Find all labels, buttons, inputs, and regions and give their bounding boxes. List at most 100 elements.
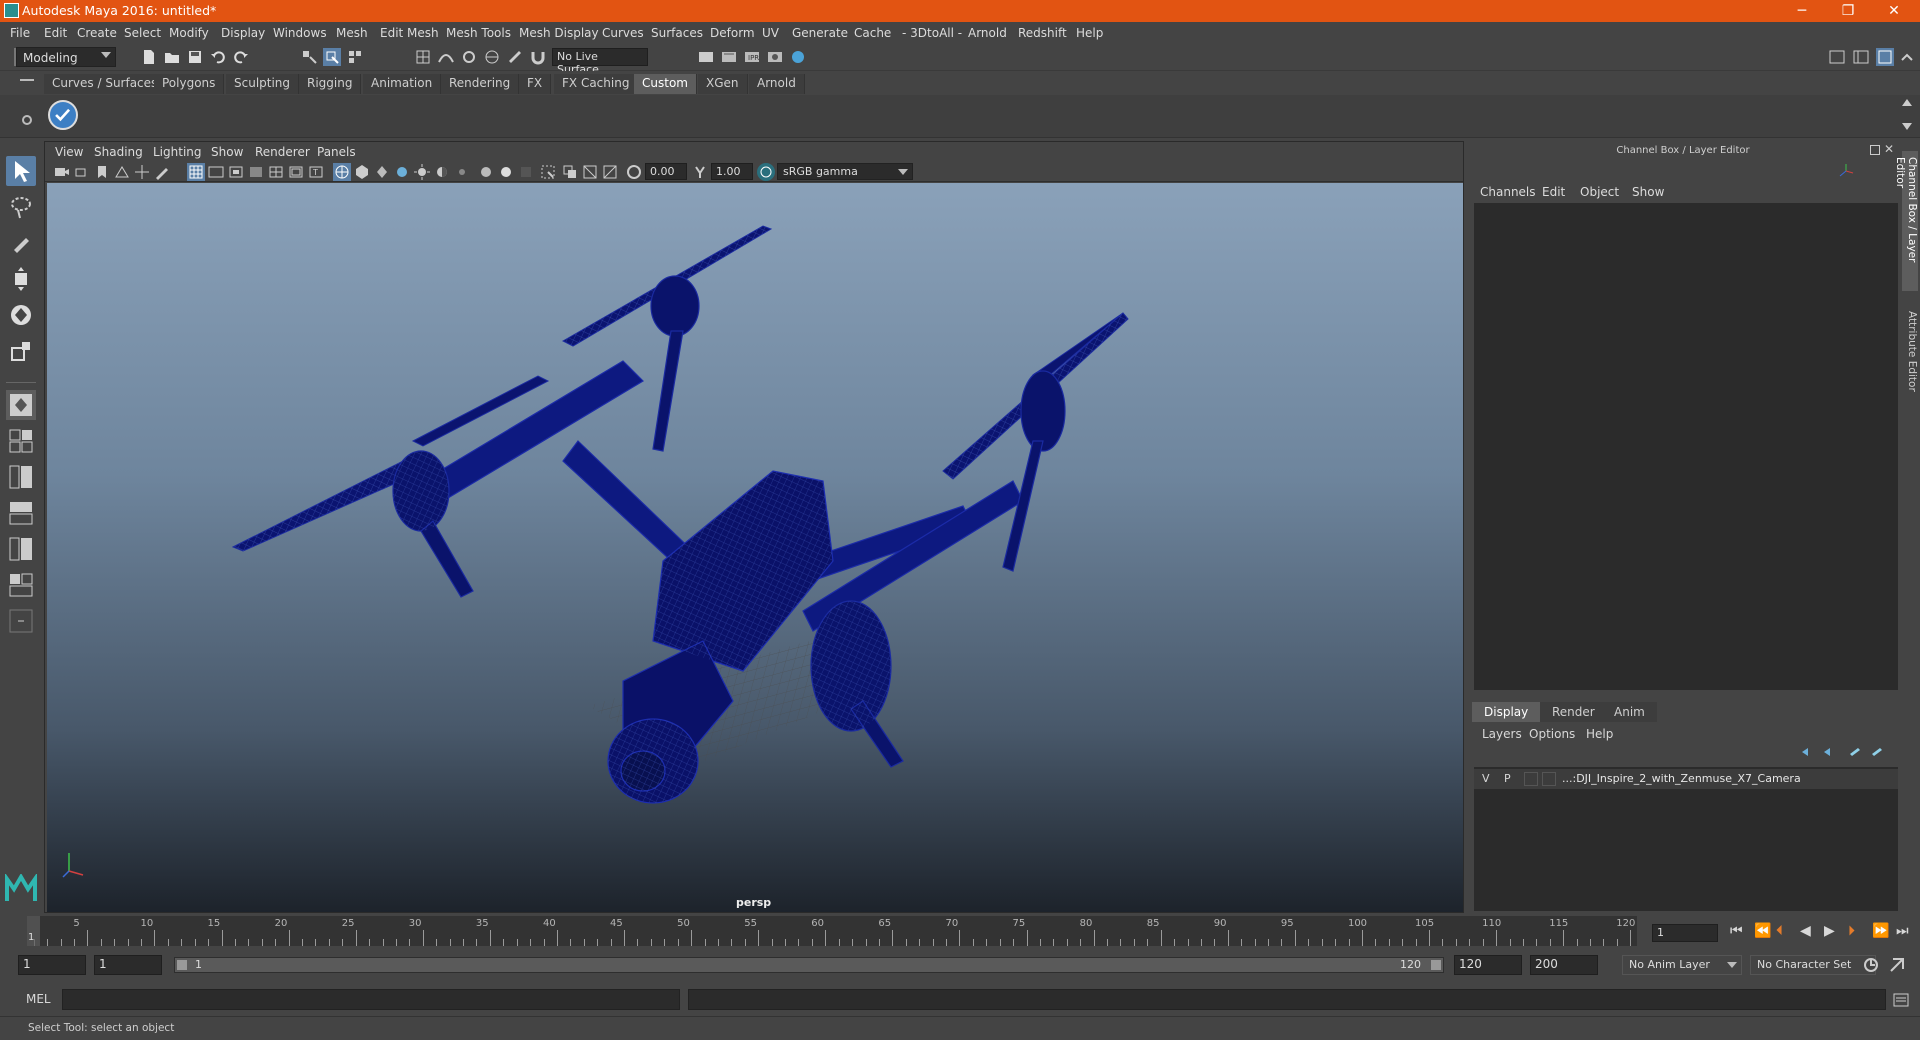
tab-display[interactable]: Display [1472,702,1541,722]
tab-xgen[interactable]: XGen [698,74,748,94]
four-view-layout-icon[interactable] [6,426,36,456]
attribute-editor-toggle-icon[interactable] [1898,48,1916,66]
menu-modify[interactable]: Modify [169,26,209,40]
use-all-lights-icon[interactable] [413,163,431,181]
step-forward-key-icon[interactable]: ⏵ [1848,923,1855,939]
tab-render[interactable]: Render [1540,702,1607,722]
select-camera-icon[interactable] [53,163,71,181]
safe-action-icon[interactable] [287,163,305,181]
layer-menu-help[interactable]: Help [1586,727,1613,741]
menu-curves[interactable]: Curves [602,26,644,40]
paint-select-tool-icon[interactable] [6,228,36,258]
float-panel-icon[interactable] [1870,145,1880,155]
layer-playback-toggle[interactable]: P [1504,772,1511,785]
image-plane-icon[interactable] [113,163,131,181]
go-to-start-icon[interactable]: ⏮ [1730,923,1743,939]
shelf-scroll-down-icon[interactable] [1902,123,1912,130]
menu-uv[interactable]: UV [762,26,779,40]
menu-help[interactable]: Help [1076,26,1103,40]
play-backwards-icon[interactable]: ◀ [1800,923,1811,939]
step-back-key-icon[interactable]: ⏴ [1776,923,1783,939]
wireframe-on-shaded-icon[interactable] [373,163,391,181]
tab-rendering[interactable]: Rendering [441,74,520,94]
resolution-gate-icon[interactable] [227,163,245,181]
layer-visibility-toggle[interactable]: V [1482,772,1490,785]
smooth-shade-icon[interactable] [353,163,371,181]
range-start-handle[interactable] [177,960,187,970]
viewport-menu-shading[interactable]: Shading [94,145,143,159]
select-tool-icon[interactable] [6,156,36,186]
2d-pan-zoom-icon[interactable] [133,163,151,181]
layer-name[interactable]: ...:DJI_Inspire_2_with_Zenmuse_X7_Camera [1562,772,1801,785]
tab-rigging[interactable]: Rigging [299,74,362,94]
character-set-dropdown[interactable]: No Character Set [1750,955,1876,975]
grid-toggle-icon[interactable] [187,163,205,181]
menu-file[interactable]: File [10,26,30,40]
tab-anim[interactable]: Anim [1602,702,1657,722]
workspace-icon[interactable] [1828,48,1846,66]
ipr-render-icon[interactable]: IPR [743,48,761,66]
x-ray-icon[interactable] [561,163,579,181]
menu-mesh-display[interactable]: Mesh Display [519,26,599,40]
channel-menu-edit[interactable]: Edit [1542,185,1565,199]
exposure-field[interactable]: 0.00 [645,163,687,180]
playback-start-field[interactable]: 1 [94,955,162,975]
snap-to-point-icon[interactable] [460,48,478,66]
menu-create[interactable]: Create [77,26,117,40]
restore-button[interactable]: ❐ [1826,1,1870,21]
command-language-label[interactable]: MEL [26,992,51,1006]
more-layouts-icon[interactable] [6,606,36,636]
move-layer-down-icon[interactable] [1822,746,1836,758]
motion-blur-icon[interactable] [477,163,495,181]
tab-custom[interactable]: Custom [634,74,697,94]
make-live-icon[interactable] [506,48,524,66]
check-shelf-icon[interactable] [48,100,78,130]
select-by-hierarchy-icon[interactable] [300,48,318,66]
hypershade-layout-icon[interactable] [6,570,36,600]
move-tool-icon[interactable] [6,264,36,294]
menu-arnold[interactable]: Arnold [968,26,1007,40]
bookmark-icon[interactable] [93,163,111,181]
magnet-icon[interactable] [529,48,547,66]
undo-icon[interactable] [209,48,227,66]
close-button[interactable]: ✕ [1872,1,1916,21]
menu-cache[interactable]: Cache [854,26,891,40]
camera-attributes-icon[interactable] [73,163,91,181]
go-to-end-icon[interactable]: ⏭ [1896,923,1909,939]
move-layer-up-icon[interactable] [1800,746,1814,758]
new-layer-selected-icon[interactable] [1870,746,1884,758]
screen-space-ao-icon[interactable] [453,163,471,181]
viewport-3d-view[interactable]: persp [47,183,1463,912]
script-editor-icon[interactable] [1892,991,1910,1009]
scale-tool-icon[interactable] [6,336,36,366]
channel-menu-show[interactable]: Show [1632,185,1664,199]
anim-layer-dropdown[interactable]: No Anim Layer [1622,955,1742,975]
menu-edit[interactable]: Edit [44,26,67,40]
open-scene-icon[interactable] [163,48,181,66]
menu-select[interactable]: Select [124,26,161,40]
live-surface-field[interactable]: No Live Surface [552,48,648,76]
x-ray-joints-icon[interactable] [581,163,599,181]
grease-pencil-icon[interactable] [153,163,171,181]
single-perspective-layout-icon[interactable] [6,390,36,420]
render-settings-icon[interactable] [697,48,715,66]
select-by-object-icon[interactable] [323,48,341,66]
render-view-icon[interactable] [766,48,784,66]
close-panel-icon[interactable]: ✕ [1884,142,1894,156]
tab-fx[interactable]: FX [519,74,552,94]
tab-arnold[interactable]: Arnold [749,74,805,94]
film-gate-icon[interactable] [207,163,225,181]
channel-menu-object[interactable]: Object [1580,185,1619,199]
step-back-frame-icon[interactable]: ⏪ [1754,923,1771,939]
play-forwards-icon[interactable]: ▶ [1824,923,1835,939]
layer-menu-options[interactable]: Options [1529,727,1575,741]
side-tab-channel-box[interactable]: Channel Box / Layer Editor [1894,151,1918,291]
safe-title-icon[interactable]: T [307,163,325,181]
step-forward-frame-icon[interactable]: ⏩ [1872,923,1889,939]
viewport-menu-view[interactable]: View [55,145,83,159]
menu-windows[interactable]: Windows [273,26,327,40]
new-scene-icon[interactable] [140,48,158,66]
multisample-aa-icon[interactable] [497,163,515,181]
shadows-icon[interactable] [433,163,451,181]
field-chart-icon[interactable] [267,163,285,181]
